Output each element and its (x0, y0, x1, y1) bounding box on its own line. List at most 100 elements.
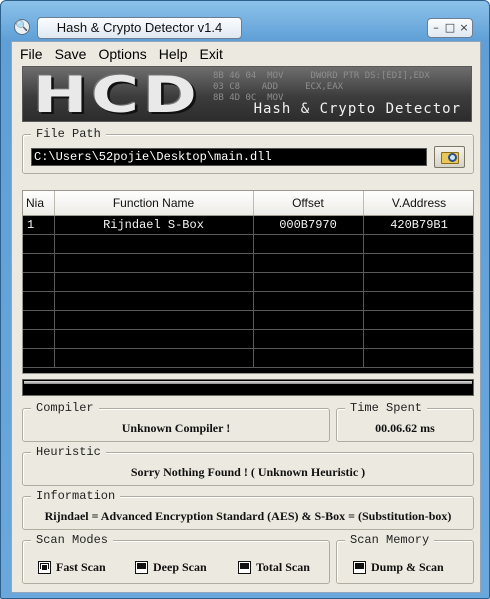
cell-offset (253, 329, 364, 349)
compiler-legend: Compiler (31, 401, 99, 415)
app-window: 🔍 Hash & Crypto Detector v1.4 – □ × File… (0, 0, 490, 599)
dump-and-scan-label: Dump & Scan (371, 560, 444, 574)
dump-and-scan-option[interactable]: Dump & Scan (353, 560, 444, 575)
cell-function-name (54, 234, 254, 254)
fast-scan-checkbox[interactable] (38, 561, 51, 574)
progress-fill (24, 381, 472, 384)
cell-function-name (54, 272, 254, 292)
heuristic-value: Sorry Nothing Found ! ( Unknown Heuristi… (130, 465, 366, 479)
cell-function-name (54, 348, 254, 368)
table-row[interactable] (23, 310, 473, 330)
app-banner: 8B 46 04 MOV DWORD PTR DS:[EDI],EDX 03 C… (22, 66, 472, 122)
deep-scan-checkbox[interactable] (135, 561, 148, 574)
cell-function-name (54, 291, 254, 311)
menu-bar: File Save Options Help Exit (12, 44, 227, 64)
table-row[interactable] (23, 234, 473, 254)
maximize-icon[interactable]: □ (444, 20, 456, 36)
cell-vaddress (363, 329, 473, 349)
cell-function-name: Rijndael S-Box (54, 215, 254, 235)
cell-index (23, 253, 55, 273)
results-table[interactable]: Nia Function Name Offset V.Address 1 Rij… (22, 190, 474, 374)
table-row[interactable] (23, 348, 473, 368)
information-group: Information Rijndael = Advanced Encrypti… (22, 489, 474, 530)
cell-vaddress: 420B79B1 (363, 215, 473, 235)
close-icon[interactable]: × (458, 20, 470, 36)
dump-and-scan-checkbox[interactable] (353, 561, 366, 574)
cell-vaddress (363, 348, 473, 368)
cell-index (23, 329, 55, 349)
column-header-function-name[interactable]: Function Name (54, 191, 254, 216)
compiler-group: Compiler Unknown Compiler ! (22, 401, 330, 442)
fast-scan-label: Fast Scan (56, 560, 106, 574)
cell-function-name (54, 253, 254, 273)
cell-function-name (54, 329, 254, 349)
deep-scan-option[interactable]: Deep Scan (135, 560, 207, 575)
banner-tagline: Hash & Crypto Detector (253, 101, 461, 117)
magnifier-icon (448, 153, 457, 162)
cell-vaddress (363, 272, 473, 292)
cell-offset (253, 291, 364, 311)
file-path-field[interactable]: C:\Users\52pojie\Desktop\main.dll (31, 148, 427, 166)
table-header-row: Nia Function Name Offset V.Address (23, 191, 473, 216)
total-scan-checkbox[interactable] (238, 561, 251, 574)
cell-offset (253, 234, 364, 254)
app-icon[interactable]: 🔍 (14, 19, 30, 35)
cell-function-name (54, 310, 254, 330)
column-header-index[interactable]: Nia (23, 191, 55, 216)
cell-offset: 000B7970 (253, 215, 364, 235)
scan-progress-bar (22, 379, 474, 396)
menu-save[interactable]: Save (51, 44, 91, 64)
scan-modes-legend: Scan Modes (31, 533, 114, 547)
file-path-legend: File Path (31, 127, 106, 141)
time-spent-group: Time Spent 00.06.62 ms (336, 401, 474, 442)
minimize-icon[interactable]: – (430, 20, 442, 36)
cell-offset (253, 310, 364, 330)
column-header-vaddress[interactable]: V.Address (363, 191, 473, 216)
cell-vaddress (363, 310, 473, 330)
cell-index: 1 (23, 215, 55, 235)
information-legend: Information (31, 489, 121, 503)
column-header-offset[interactable]: Offset (253, 191, 364, 216)
cell-index (23, 234, 55, 254)
cell-index (23, 272, 55, 292)
banner-code-background: 8B 46 04 MOV DWORD PTR DS:[EDI],EDX 03 C… (213, 71, 430, 103)
menu-options[interactable]: Options (94, 44, 150, 64)
browse-button[interactable] (434, 146, 465, 168)
time-spent-legend: Time Spent (345, 401, 428, 415)
window-title: Hash & Crypto Detector v1.4 (37, 17, 242, 39)
table-row[interactable] (23, 253, 473, 273)
table-row[interactable] (23, 272, 473, 292)
total-scan-label: Total Scan (256, 560, 310, 574)
logo: HCD (33, 66, 201, 122)
information-value: Rijndael = Advanced Encryption Standard … (44, 509, 452, 523)
file-path-group: File Path C:\Users\52pojie\Desktop\main.… (22, 127, 474, 174)
scan-modes-group: Scan Modes Fast Scan Deep Scan Total Sca… (22, 533, 330, 584)
time-spent-value: 00.06.62 ms (375, 421, 435, 435)
table-row[interactable] (23, 291, 473, 311)
compiler-value: Unknown Compiler ! (121, 421, 231, 435)
menu-file[interactable]: File (16, 44, 47, 64)
cell-vaddress (363, 291, 473, 311)
cell-index (23, 348, 55, 368)
menu-help[interactable]: Help (155, 44, 192, 64)
cell-vaddress (363, 234, 473, 254)
title-bar[interactable]: 🔍 Hash & Crypto Detector v1.4 – □ × (1, 1, 489, 39)
cell-index (23, 310, 55, 330)
cell-vaddress (363, 253, 473, 273)
cell-offset (253, 253, 364, 273)
table-row[interactable] (23, 329, 473, 349)
heuristic-legend: Heuristic (31, 445, 106, 459)
cell-offset (253, 348, 364, 368)
menu-exit[interactable]: Exit (196, 44, 227, 64)
window-controls: – □ × (427, 18, 473, 38)
table-row[interactable]: 1 Rijndael S-Box 000B7970 420B79B1 (23, 215, 473, 235)
deep-scan-label: Deep Scan (153, 560, 207, 574)
scan-memory-legend: Scan Memory (345, 533, 435, 547)
cell-offset (253, 272, 364, 292)
client-area: File Save Options Help Exit 8B 46 04 MOV… (11, 41, 481, 593)
fast-scan-option[interactable]: Fast Scan (38, 560, 106, 575)
cell-index (23, 291, 55, 311)
heuristic-group: Heuristic Sorry Nothing Found ! ( Unknow… (22, 445, 474, 486)
scan-memory-group: Scan Memory Dump & Scan (336, 533, 474, 584)
total-scan-option[interactable]: Total Scan (238, 560, 310, 575)
